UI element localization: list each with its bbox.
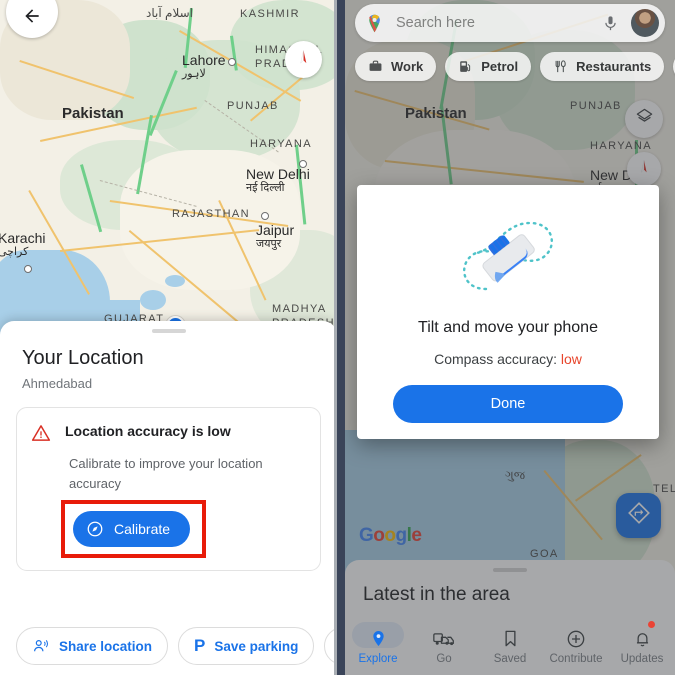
updates-badge (648, 621, 655, 628)
done-button[interactable]: Done (393, 385, 623, 423)
map-label-rajasthan: RAJASTHAN (172, 208, 250, 220)
chip-restaurants[interactable]: Restaurants (540, 52, 665, 81)
tilt-phone-figure-eight-icon (357, 203, 659, 311)
cutlery-icon (553, 59, 568, 74)
right-phone-panel: Pakistan PUNJAB HARYANA New D नई द GOA T… (345, 0, 675, 675)
warning-triangle-icon (31, 423, 51, 448)
bell-icon (633, 628, 652, 650)
plus-circle-icon (566, 628, 586, 650)
map-city-karachi: Karachi کراچی (0, 230, 46, 258)
save-parking-chip[interactable]: P Save parking (178, 627, 315, 665)
location-bottom-sheet: Your Location Ahmedabad Location accurac… (0, 321, 337, 675)
compass-circle-icon (86, 520, 104, 538)
action-chip-row: Share location P Save parking (0, 627, 337, 665)
location-subtitle: Ahmedabad (22, 376, 93, 391)
compass-icon (295, 49, 312, 71)
calibrate-highlight-box: Calibrate (61, 500, 207, 558)
chip-restaurants-label: Restaurants (576, 59, 652, 74)
map-label-punjab: PUNJAB (227, 100, 279, 112)
map-city-jaipur: Jaipur जयपुर (256, 222, 295, 250)
nav-label-updates: Updates (620, 652, 664, 665)
save-parking-chip-label: Save parking (214, 638, 299, 654)
chip-work[interactable]: Work (355, 52, 437, 81)
map-city-lahore: Lahore لاہور (182, 52, 226, 80)
chip-petrol[interactable]: Petrol (445, 52, 532, 81)
nav-label-go: Go (436, 652, 452, 665)
briefcase-icon (368, 59, 383, 74)
compass-accuracy-label: Compass accuracy: (434, 351, 558, 367)
compass-calibration-dialog: Tilt and move your phone Compass accurac… (357, 185, 659, 439)
compass-accuracy-value: low (560, 351, 582, 367)
calibrate-button[interactable]: Calibrate (73, 511, 191, 547)
chip-petrol-label: Petrol (481, 59, 519, 74)
compass-accuracy-row: Compass accuracy: low (357, 351, 659, 367)
sheet-drag-handle[interactable] (151, 329, 186, 333)
category-chip-row: Work Petrol Restaurants (355, 52, 675, 81)
map-city-new-delhi: New Delhi नई दिल्ली (246, 166, 310, 194)
fuel-pump-icon (458, 59, 473, 74)
share-location-chip[interactable]: Share location (16, 627, 169, 665)
map-label-kashmir: KASHMIR (240, 8, 300, 20)
dialog-title: Tilt and move your phone (418, 319, 598, 336)
commute-car-icon (433, 628, 455, 650)
map-label-pakistan: Pakistan (62, 105, 124, 122)
share-location-chip-label: Share location (59, 638, 153, 654)
page-title: Your Location (22, 347, 144, 369)
nav-label-saved: Saved (493, 652, 527, 665)
search-bar[interactable]: Search here (355, 4, 665, 42)
google-maps-pin-icon (364, 13, 385, 34)
done-button-label: Done (490, 396, 526, 412)
left-phone-panel: اسلام آباد KASHMIR HIMACHALPRADESH PUNJA… (0, 0, 337, 675)
map-label-islamabad: اسلام آباد (146, 6, 193, 20)
compass-button[interactable] (285, 41, 322, 78)
avatar[interactable] (631, 9, 659, 37)
calibrate-button-label: Calibrate (114, 521, 171, 537)
chip-work-label: Work (391, 59, 424, 74)
accuracy-card: Location accuracy is low Calibrate to im… (16, 407, 321, 571)
bookmark-icon (502, 628, 519, 650)
nav-label-explore: Explore (358, 652, 398, 665)
search-input[interactable]: Search here (396, 15, 601, 31)
microphone-icon[interactable] (601, 14, 620, 33)
map-label-haryana: HARYANA (250, 138, 312, 150)
share-person-icon (32, 637, 50, 655)
panel-divider (334, 0, 348, 675)
arrow-back-icon (22, 6, 42, 31)
screenshot-stage: اسلام آباد KASHMIR HIMACHALPRADESH PUNJA… (0, 0, 675, 675)
parking-p-icon: P (194, 636, 206, 655)
nav-label-contribute: Contribute (549, 652, 603, 665)
accuracy-body: Calibrate to improve your location accur… (69, 456, 263, 491)
location-pin-icon (369, 628, 388, 650)
accuracy-heading: Location accuracy is low (65, 423, 231, 439)
